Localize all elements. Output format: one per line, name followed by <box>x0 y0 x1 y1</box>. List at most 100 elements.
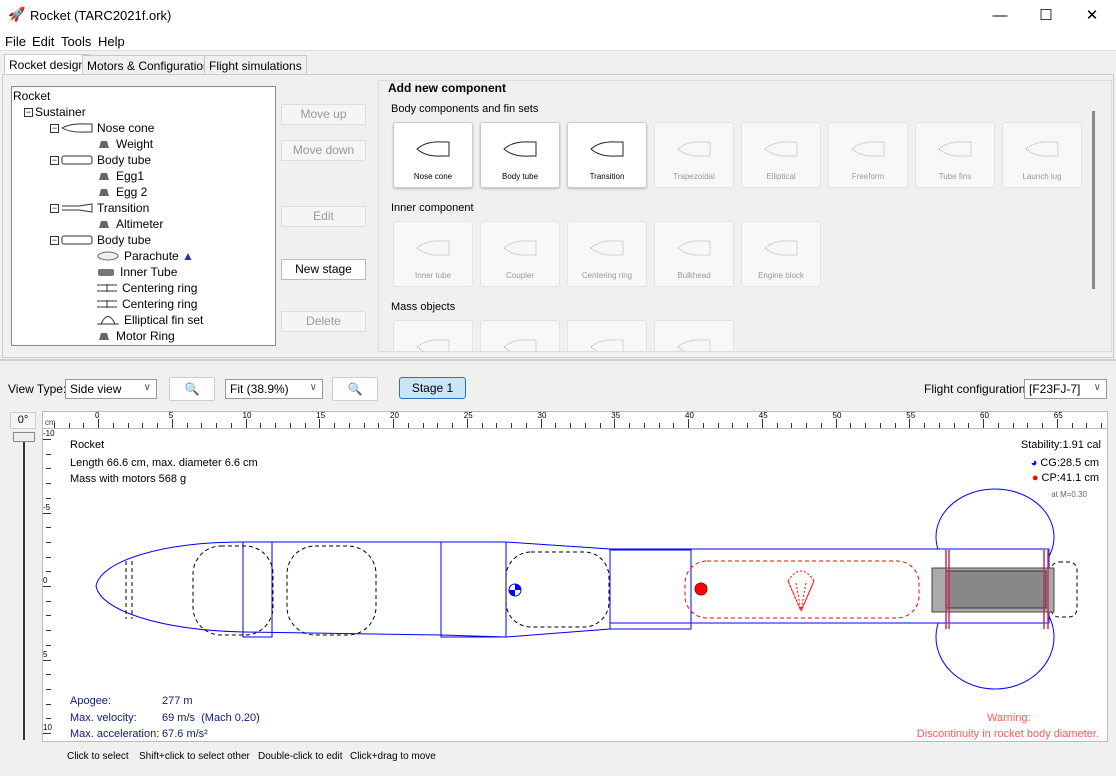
tree-item[interactable]: Motor Ring <box>96 329 175 344</box>
tree-item[interactable]: Centering ring <box>96 297 197 312</box>
zoom-select[interactable]: Fit (38.9%) ∨ <box>225 379 323 399</box>
tree-item[interactable]: Altimeter <box>96 217 163 232</box>
ruler-tick <box>43 512 51 514</box>
zoom-in-button[interactable]: 🔍 <box>332 377 378 401</box>
zoom-value: Fit (38.9%) <box>230 382 289 396</box>
ruler-tick <box>43 659 51 661</box>
add-component-button[interactable]: Centering ring <box>567 221 647 287</box>
tab-flight-simulations[interactable]: Flight simulations <box>204 55 307 75</box>
add-component-button[interactable] <box>654 320 734 351</box>
rotation-value: 0° <box>10 412 36 429</box>
menu-edit[interactable]: Edit <box>32 34 54 49</box>
ruler-label: 65 <box>1053 411 1063 420</box>
stage-1-button[interactable]: Stage 1 <box>399 377 466 399</box>
rocket-mass: Mass with motors 568 g <box>70 473 187 485</box>
motor <box>945 570 1047 609</box>
add-component-button[interactable]: Transition <box>567 122 647 188</box>
delete-button[interactable]: Delete <box>281 311 366 332</box>
section-title: Body components and fin sets <box>391 103 539 115</box>
add-component-button[interactable] <box>567 320 647 351</box>
rocket-canvas[interactable]: Rocket Length 66.6 cm, max. diameter 6.6… <box>42 428 1108 742</box>
add-component-button[interactable]: Trapezoidal <box>654 122 734 188</box>
tab-rocket-design[interactable]: Rocket design <box>4 54 91 74</box>
ruler-label: 45 <box>758 411 768 420</box>
rocket-dimensions: Length 66.6 cm, max. diameter 6.6 cm <box>70 457 258 469</box>
ruler-tick <box>46 688 51 690</box>
component-icon <box>590 339 624 351</box>
component-icon <box>764 141 798 157</box>
tree-item-label: Egg1 <box>116 169 145 183</box>
tree-item[interactable]: Weight <box>96 137 153 152</box>
tree-item[interactable]: − Body tube <box>50 153 151 168</box>
tree-item-label: Centering ring <box>122 297 198 311</box>
menu-tools[interactable]: Tools <box>61 34 91 49</box>
tree-item[interactable]: Inner Tube <box>96 265 177 280</box>
tree-item[interactable]: Parachute ▲ <box>96 249 194 264</box>
close-button[interactable]: ✕ <box>1072 4 1112 28</box>
add-component-button[interactable] <box>480 320 560 351</box>
add-component-button[interactable]: Launch lug <box>1002 122 1082 188</box>
ruler-label: 60 <box>980 411 989 420</box>
add-component-button[interactable]: Coupler <box>480 221 560 287</box>
tree-item[interactable]: − Nose cone <box>50 121 154 136</box>
component-icon <box>416 240 450 256</box>
add-component-button[interactable]: Freeform <box>828 122 908 188</box>
tree-item-label: Inner Tube <box>120 265 178 279</box>
ruler-tick <box>46 630 51 632</box>
add-component-button[interactable] <box>393 320 473 351</box>
add-component-button[interactable]: Body tube <box>480 122 560 188</box>
tree-item[interactable]: − Transition <box>50 201 149 216</box>
move-down-button[interactable]: Move down <box>281 140 366 161</box>
warning-text: Discontinuity in rocket body diameter. <box>916 728 1099 740</box>
collapse-icon[interactable]: − <box>24 108 33 118</box>
component-label: Bulkhead <box>677 271 711 280</box>
cg-text: CG:28.5 cm <box>1040 457 1099 469</box>
tree-item[interactable]: Elliptical fin set <box>96 313 203 328</box>
chevron-down-icon: ∨ <box>309 382 317 393</box>
ruler-label: 25 <box>463 411 473 420</box>
zoom-out-button[interactable]: 🔍 <box>169 377 215 401</box>
menu-help[interactable]: Help <box>98 34 125 49</box>
add-component-button[interactable]: Tube fins <box>915 122 995 188</box>
view-type-select[interactable]: Side view ∨ <box>65 379 157 399</box>
tree-item[interactable]: − Sustainer <box>24 105 86 119</box>
tab-motors-configuration[interactable]: Motors & Configuration <box>82 55 215 75</box>
centering-ring-icon <box>96 282 118 296</box>
collapse-icon[interactable]: − <box>50 236 59 246</box>
component-tree[interactable]: Rocket − Sustainer − Nose cone Weight − Body tu… <box>11 86 276 346</box>
ruler-label: 30 <box>537 411 547 420</box>
ruler-label: 20 <box>390 411 399 420</box>
rotation-slider-track[interactable] <box>23 440 25 740</box>
flight-config-select[interactable]: [F23FJ-7] ∨ <box>1024 379 1107 399</box>
menu-file[interactable]: File <box>5 34 26 49</box>
split-divider[interactable] <box>0 359 1116 361</box>
ruler-tick <box>46 453 51 455</box>
add-component-button[interactable]: Nose cone <box>393 122 473 188</box>
tree-item[interactable]: Egg 2 <box>96 185 147 200</box>
minimize-button[interactable]: — <box>980 4 1020 28</box>
collapse-icon[interactable]: − <box>50 124 59 134</box>
collapse-icon[interactable]: − <box>50 156 59 166</box>
tree-item[interactable]: Rocket <box>13 89 50 103</box>
component-icon <box>851 141 885 157</box>
mass-icon <box>96 330 112 344</box>
rocket-name: Rocket <box>70 439 105 451</box>
add-component-button[interactable]: Inner tube <box>393 221 473 287</box>
tree-item[interactable]: Egg1 <box>96 169 144 184</box>
add-component-button[interactable]: Bulkhead <box>654 221 734 287</box>
tree-item[interactable]: − Body tube <box>50 233 151 248</box>
maximize-button[interactable]: ☐ <box>1026 4 1066 28</box>
tree-item-label: Egg 2 <box>116 185 148 199</box>
stability-value: Stability:1.91 cal <box>1020 439 1101 451</box>
mass-icon <box>96 186 112 200</box>
tree-item[interactable]: Centering ring <box>96 281 197 296</box>
collapse-icon[interactable]: − <box>50 204 59 214</box>
add-component-button[interactable]: Elliptical <box>741 122 821 188</box>
add-component-button[interactable]: Engine block <box>741 221 821 287</box>
move-up-button[interactable]: Move up <box>281 104 366 125</box>
cg-icon: ◕ <box>1030 457 1038 469</box>
rotation-slider-handle[interactable] <box>13 432 35 442</box>
new-stage-button[interactable]: New stage <box>281 259 366 280</box>
scrollbar[interactable] <box>1092 111 1095 289</box>
edit-button[interactable]: Edit <box>281 206 366 227</box>
